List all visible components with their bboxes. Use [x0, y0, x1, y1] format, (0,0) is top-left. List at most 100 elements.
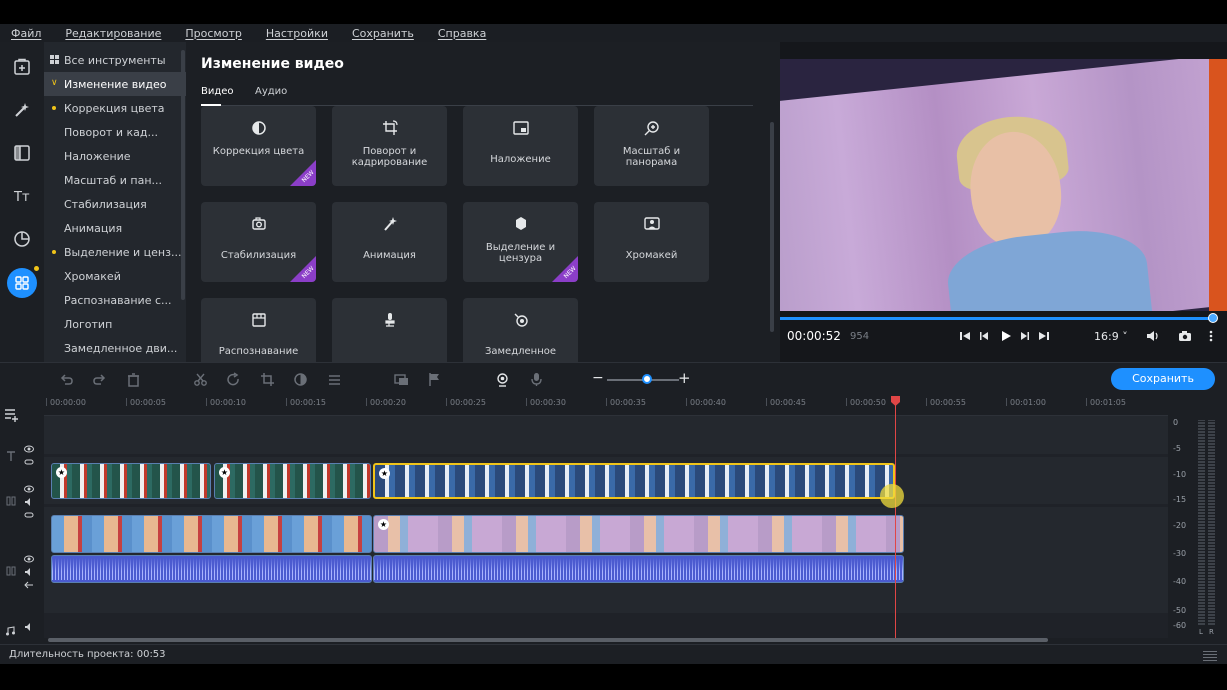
zoom-slider-handle[interactable]: [641, 374, 652, 384]
tool-list-item[interactable]: Анимация: [44, 216, 186, 240]
resize-grip-icon[interactable]: [1203, 649, 1217, 661]
tool-card[interactable]: Стабилизация NEW: [201, 202, 316, 282]
video-clip[interactable]: ★: [373, 515, 904, 553]
tool-list-label: Масштаб и пан...: [64, 173, 163, 187]
tool-list-item[interactable]: Масштаб и пан...: [44, 168, 186, 192]
playback-progress[interactable]: [780, 317, 1217, 320]
undo-icon[interactable]: [59, 372, 74, 387]
tool-card[interactable]: Масштаб и панорама: [594, 106, 709, 186]
tab-video[interactable]: Видео: [201, 86, 234, 97]
skip-to-start-icon[interactable]: [958, 329, 972, 343]
tab-audio[interactable]: Аудио: [255, 86, 287, 97]
panel-scrollbar[interactable]: [770, 122, 774, 332]
menu-help[interactable]: Справка: [433, 27, 491, 40]
ruler-tick-label: 00:00:55: [926, 398, 966, 407]
tool-card[interactable]: Коррекция цвета NEW: [201, 106, 316, 186]
tool-list-item[interactable]: Выделение и ценз...: [44, 240, 186, 264]
timeline: 00:00:00 00:00:05 00:00:10 00:00:15 00:00:20…: [0, 396, 1227, 638]
timeline-ruler[interactable]: 00:00:00 00:00:05 00:00:10 00:00:15 00:00:20…: [44, 396, 1168, 416]
aspect-ratio-select[interactable]: 16:9 ˅: [1094, 330, 1128, 343]
titles-icon[interactable]: Тт: [7, 181, 37, 211]
save-button[interactable]: Сохранить: [1111, 368, 1215, 390]
webcam-icon[interactable]: [495, 372, 510, 387]
track-mute-icon[interactable]: [24, 567, 34, 577]
more-tools-icon[interactable]: [7, 268, 37, 298]
track-mute-icon[interactable]: [24, 497, 34, 507]
stickers-icon[interactable]: [7, 224, 37, 254]
add-track-icon[interactable]: [4, 407, 19, 422]
snapshot-icon[interactable]: [1178, 329, 1192, 343]
text-track[interactable]: [44, 416, 1168, 454]
previous-frame-icon[interactable]: [977, 329, 991, 343]
audio-waveform[interactable]: [51, 555, 372, 583]
track-visibility-icon[interactable]: [24, 484, 34, 494]
zoom-in-button[interactable]: +: [678, 369, 691, 387]
delete-icon[interactable]: [126, 372, 141, 387]
video-clip[interactable]: [51, 515, 372, 553]
timeline-horizontal-scrollbar[interactable]: [48, 638, 1048, 642]
overlay-icon[interactable]: [394, 372, 409, 387]
tool-card-label: Распознавание: [218, 346, 299, 357]
rotate-icon[interactable]: [226, 372, 241, 387]
tool-card-label: Хромакей: [625, 250, 678, 261]
effect-clip[interactable]: ★: [51, 463, 211, 499]
redo-icon[interactable]: [92, 372, 107, 387]
audio-waveform[interactable]: [373, 555, 904, 583]
tool-list-item[interactable]: Замедленное дви...: [44, 336, 186, 360]
menu-settings[interactable]: Настройки: [261, 27, 333, 40]
tools-list-scrollbar[interactable]: [181, 50, 185, 300]
track-link-icon[interactable]: [24, 457, 34, 467]
menu-view[interactable]: Просмотр: [180, 27, 246, 40]
tool-list-item[interactable]: Логотип: [44, 312, 186, 336]
tool-list-item[interactable]: Поворот и кад...: [44, 120, 186, 144]
playhead[interactable]: [895, 400, 896, 640]
play-icon[interactable]: [999, 329, 1013, 343]
ruler-tick-label: 00:00:10: [206, 398, 246, 407]
menu-file[interactable]: Файл: [6, 27, 46, 40]
import-icon[interactable]: [7, 52, 37, 82]
color-adjust-icon[interactable]: [293, 372, 308, 387]
tool-list-item[interactable]: Стабилизация: [44, 192, 186, 216]
magic-wand-icon[interactable]: [7, 95, 37, 125]
tool-list-item[interactable]: Все инструменты: [44, 48, 186, 72]
cut-icon[interactable]: [193, 372, 208, 387]
tool-card[interactable]: Замедленное: [463, 298, 578, 362]
tool-list-item[interactable]: Хромакей: [44, 264, 186, 288]
tool-list-item[interactable]: ∨ Изменение видео: [44, 72, 186, 96]
zoom-out-button[interactable]: −: [592, 370, 604, 386]
tool-list-item[interactable]: Распознавание с...: [44, 288, 186, 312]
tool-card[interactable]: Наложение: [463, 106, 578, 186]
tool-card[interactable]: Анимация: [332, 202, 447, 282]
track-mute-icon[interactable]: [24, 622, 34, 632]
tool-card[interactable]: Поворот и кадрирование: [332, 106, 447, 186]
vu-channel-label: R: [1209, 628, 1214, 636]
menu-edit[interactable]: Редактирование: [60, 27, 166, 40]
tool-card[interactable]: [332, 298, 447, 362]
volume-icon[interactable]: [1146, 329, 1160, 343]
effect-clip[interactable]: ★: [214, 463, 371, 499]
tool-card[interactable]: Выделение и цензура NEW: [463, 202, 578, 282]
tool-list-item[interactable]: Наложение: [44, 144, 186, 168]
track-visibility-icon[interactable]: [24, 554, 34, 564]
tool-card[interactable]: Распознавание: [201, 298, 316, 362]
track-link-icon[interactable]: [24, 510, 34, 520]
clip-properties-icon[interactable]: [327, 372, 342, 387]
skip-to-end-icon[interactable]: [1037, 329, 1051, 343]
track-unlink-icon[interactable]: [24, 580, 34, 590]
marker-flag-icon[interactable]: [427, 372, 442, 387]
video-preview[interactable]: [780, 59, 1227, 311]
playback-knob[interactable]: [1207, 313, 1218, 323]
menu-export[interactable]: Сохранить: [347, 27, 419, 40]
tool-list-item[interactable]: Коррекция цвета: [44, 96, 186, 120]
transitions-icon[interactable]: [7, 138, 37, 168]
microphone-icon[interactable]: [529, 372, 544, 387]
crop-icon[interactable]: [260, 372, 275, 387]
track-visibility-icon[interactable]: [24, 444, 34, 454]
more-options-icon[interactable]: [1204, 329, 1218, 343]
tool-card-label: Анимация: [363, 250, 416, 261]
tool-card[interactable]: Хромакей: [594, 202, 709, 282]
waveform: [52, 558, 371, 580]
next-frame-icon[interactable]: [1018, 329, 1032, 343]
effect-clip-selected[interactable]: ★: [373, 463, 895, 499]
crop-rotate-icon: [383, 120, 398, 135]
